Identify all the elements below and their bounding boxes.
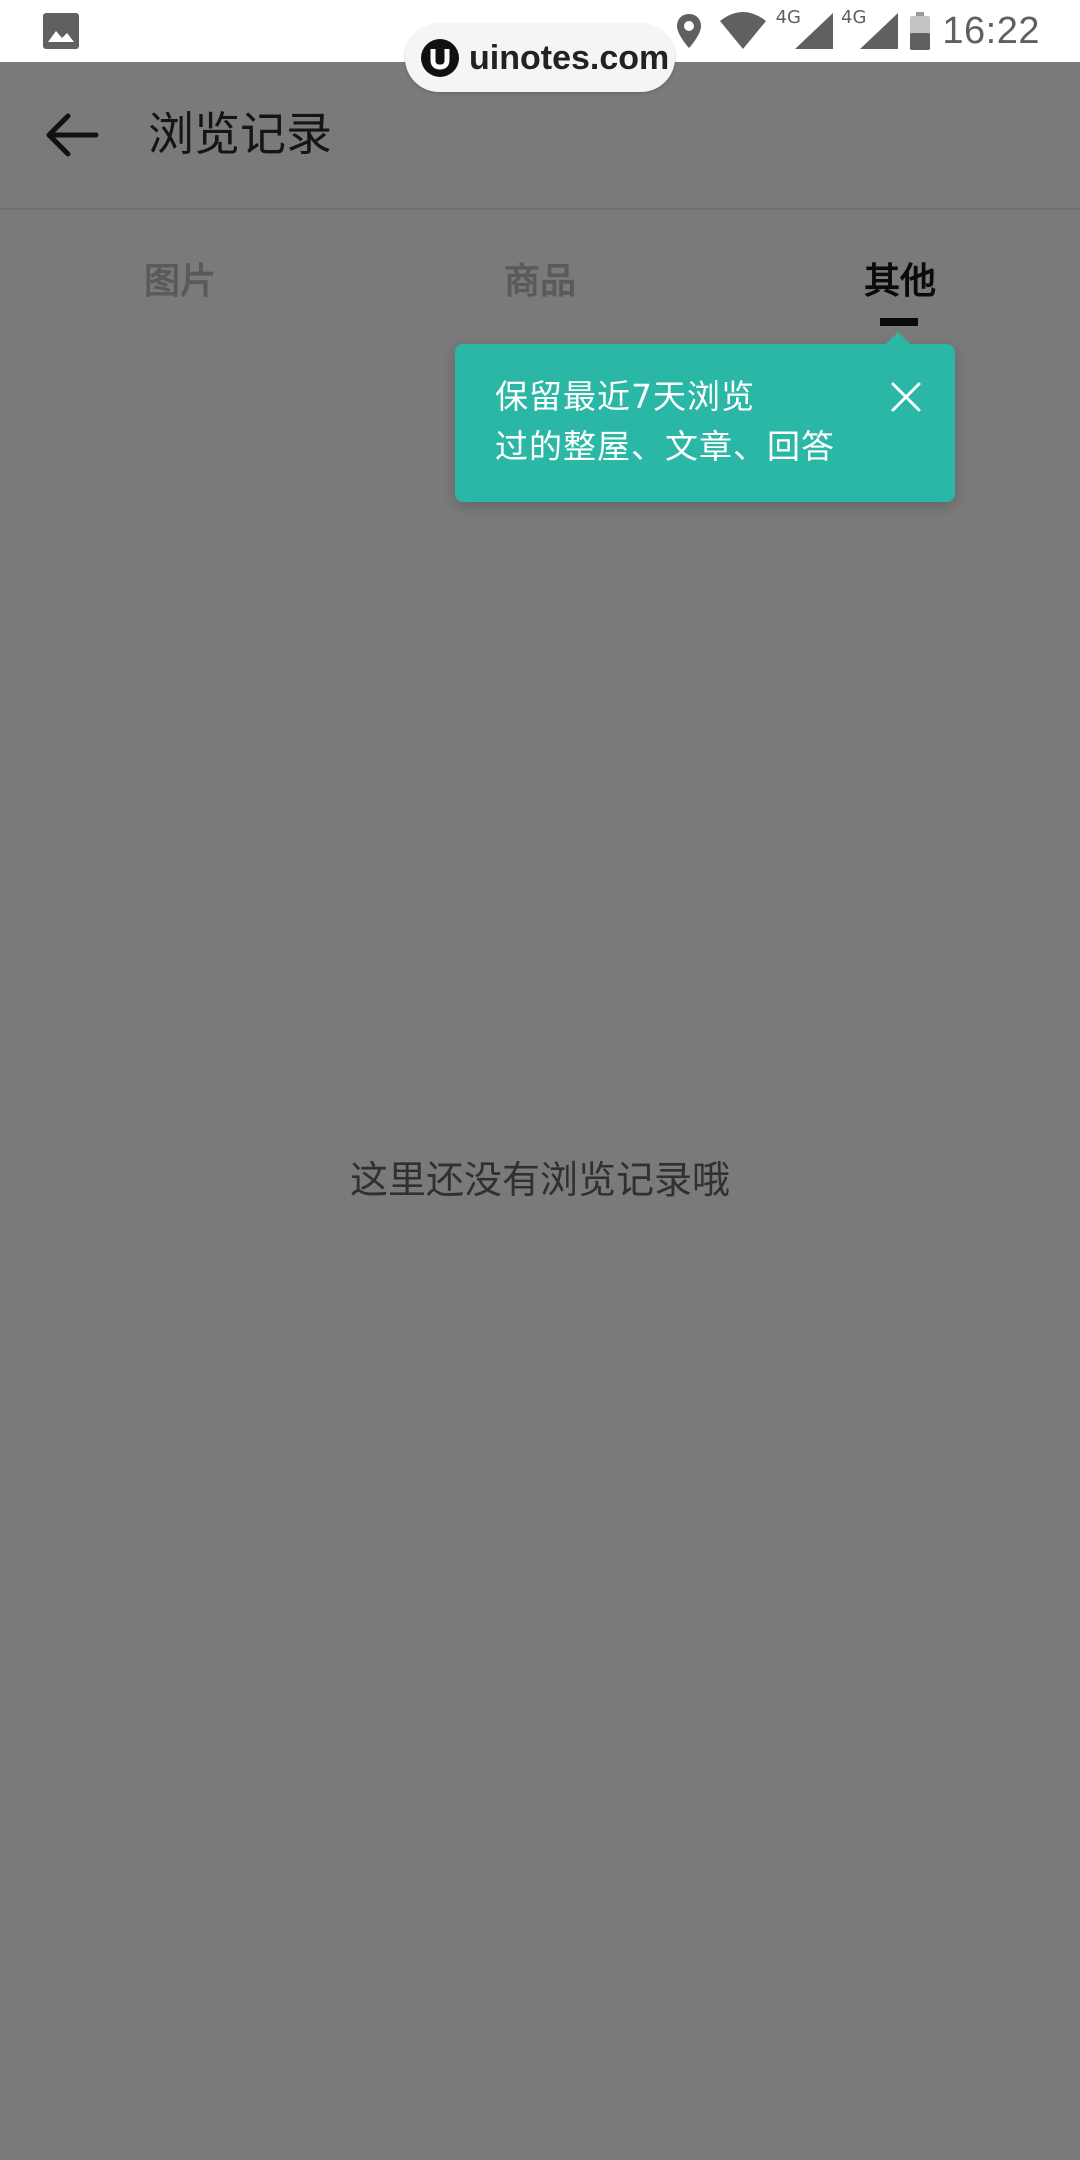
network-type-label-2: 4G [841,6,867,28]
tooltip-line-2: 过的整屋、文章、回答 [495,427,835,466]
tooltip-line-1: 保留最近7天浏览 [495,377,755,416]
empty-state-message: 这里还没有浏览记录哦 [349,1158,730,1202]
tab-active-indicator [880,318,918,326]
image-icon [43,13,79,49]
tooltip-message: 保留最近7天浏览 过的整屋、文章、回答 [495,372,895,472]
header-divider [0,208,1080,210]
status-icons: 4G 4G 16:22 [674,0,1040,62]
tab-images[interactable]: 图片 [80,252,280,312]
tab-products[interactable]: 商品 [440,252,640,312]
battery-icon [910,12,931,50]
tab-label: 其他 [863,261,936,302]
wifi-icon [719,12,766,49]
tab-bar: 图片 商品 其他 [0,252,1080,332]
close-icon[interactable] [885,376,927,418]
arrow-left-icon[interactable] [44,112,100,158]
top-app-bar: 浏览记录 [0,62,1080,208]
tab-label: 图片 [143,261,216,302]
info-tooltip: 保留最近7天浏览 过的整屋、文章、回答 [455,332,955,502]
status-time: 16:22 [942,9,1040,52]
network-type-label-1: 4G [775,6,801,28]
tab-label: 商品 [503,261,576,302]
screen: 4G 4G 16:22 uinotes.com 浏览记录 图片 商品 其他 保留… [0,0,1080,2160]
page-title: 浏览记录 [148,107,332,161]
tab-others[interactable]: 其他 [800,252,1000,326]
location-icon [676,14,701,48]
tooltip-arrow [885,332,911,345]
